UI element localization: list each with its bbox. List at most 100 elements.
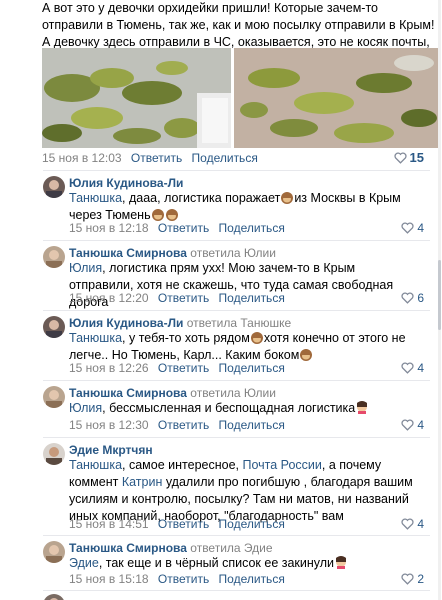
comment-header: Танюшка Смирнова ответила Эдие	[69, 540, 273, 556]
comment-like-count: 4	[417, 221, 424, 235]
divider	[43, 170, 430, 171]
comment-date[interactable]: 15 ноя в 12:26	[69, 361, 149, 375]
comment-share-button[interactable]: Поделиться	[219, 517, 285, 531]
comment-author[interactable]: Танюшка Смирнова	[69, 386, 187, 400]
post-photo-1[interactable]	[42, 48, 231, 148]
avatar[interactable]	[43, 246, 65, 268]
comment-like-count: 4	[417, 517, 424, 531]
post-like-count: 15	[409, 150, 424, 165]
comment-share-button[interactable]: Поделиться	[219, 361, 285, 375]
comment-like-button[interactable]: 4	[401, 220, 424, 236]
post-like-button[interactable]: 15	[393, 150, 424, 166]
post-reply-button[interactable]: Ответить	[131, 151, 182, 165]
comment-text-part: , самое интересное,	[122, 458, 240, 472]
comment-share-button[interactable]: Поделиться	[219, 291, 285, 305]
comment-meta: 15 ноя в 12:30 Ответить Поделиться	[69, 417, 285, 433]
monkey-emoji-icon	[300, 349, 313, 361]
mention-link[interactable]: Катрин	[122, 475, 163, 489]
comment-reply-button[interactable]: Ответить	[158, 418, 209, 432]
comment-meta: 15 ноя в 12:18 Ответить Поделиться	[69, 220, 285, 236]
comment-author[interactable]: Танюшка Смирнова	[69, 541, 187, 555]
avatar[interactable]	[43, 541, 65, 563]
heart-icon	[401, 573, 414, 585]
heart-icon	[401, 222, 414, 234]
comment-share-button[interactable]: Поделиться	[219, 572, 285, 586]
comment-like-button[interactable]: 4	[401, 417, 424, 433]
comment-reply-button[interactable]: Ответить	[158, 361, 209, 375]
comment-like-button[interactable]: 6	[401, 290, 424, 306]
comment-header: Танюшка Смирнова ответила Юлии	[69, 245, 276, 261]
replied-label: ответила	[190, 246, 241, 260]
comment-text-part: , у тебя-то хоть рядом	[122, 331, 250, 345]
post-photo-2[interactable]	[234, 48, 438, 148]
avatar[interactable]	[43, 386, 65, 408]
comment-share-button[interactable]: Поделиться	[219, 418, 285, 432]
comment-reply-button[interactable]: Ответить	[158, 572, 209, 586]
facepalm-emoji-icon	[357, 401, 368, 414]
comment-date[interactable]: 15 ноя в 15:18	[69, 572, 149, 586]
divider	[43, 310, 430, 311]
post-share-button[interactable]: Поделиться	[192, 151, 258, 165]
heart-icon	[401, 419, 414, 431]
post-date[interactable]: 15 ноя в 12:03	[42, 151, 122, 165]
mention-link[interactable]: Эдие	[69, 556, 99, 570]
divider	[43, 535, 430, 536]
comment-reply-button[interactable]: Ответить	[158, 221, 209, 235]
monkey-emoji-icon	[281, 192, 294, 204]
divider	[43, 590, 430, 591]
comment-like-count: 6	[417, 291, 424, 305]
avatar[interactable]	[43, 176, 65, 198]
replied-label: ответила	[190, 386, 241, 400]
comment-text: Танюшка, дааа, логистика поражает из Моск…	[69, 190, 419, 224]
mention-link[interactable]: Почта России	[243, 458, 322, 472]
comment-text-part: , дааа, логистика поражает	[122, 191, 281, 205]
facepalm-emoji-icon	[336, 556, 347, 569]
comment-like-button[interactable]: 4	[401, 360, 424, 376]
mention-link[interactable]: Танюшка	[69, 458, 122, 472]
post-meta: 15 ноя в 12:03 Ответить Поделиться	[42, 150, 258, 166]
comment-meta: 15 ноя в 12:26 Ответить Поделиться	[69, 360, 285, 376]
comment-text: Юлия, бессмысленная и беспощадная логист…	[69, 400, 419, 417]
comment-like-button[interactable]: 2	[401, 571, 424, 587]
comment-header: Танюшка Смирнова ответила Юлии	[69, 385, 276, 401]
comment-reply-button[interactable]: Ответить	[158, 291, 209, 305]
comment-date[interactable]: 15 ноя в 12:18	[69, 221, 149, 235]
comment-author[interactable]: Юлия Кудинова-Ли	[69, 176, 183, 190]
divider	[43, 380, 430, 381]
scrollbar-thumb[interactable]	[438, 260, 441, 330]
avatar[interactable]	[43, 594, 65, 600]
heart-icon	[401, 518, 414, 530]
mention-link[interactable]: Юлия	[69, 401, 102, 415]
divider	[43, 240, 430, 241]
reply-to-link[interactable]: Юлии	[244, 386, 276, 400]
heart-icon	[401, 292, 414, 304]
comment-date[interactable]: 15 ноя в 12:20	[69, 291, 149, 305]
reply-to-link[interactable]: Юлии	[244, 246, 276, 260]
comment-like-button[interactable]: 4	[401, 516, 424, 532]
avatar[interactable]	[43, 316, 65, 338]
divider	[43, 437, 430, 438]
comment-meta: 15 ноя в 12:20 Ответить Поделиться	[69, 290, 285, 306]
comment-reply-button[interactable]: Ответить	[158, 517, 209, 531]
comment-author[interactable]: Эдие Мкртчян	[69, 443, 153, 457]
comment-author[interactable]: Юлия Кудинова-Ли	[69, 316, 183, 330]
comment-author[interactable]: Танюшка Смирнова	[69, 246, 187, 260]
comment-meta: 15 ноя в 14:51 Ответить Поделиться	[69, 516, 285, 532]
comment-like-count: 4	[417, 361, 424, 375]
replied-label: ответила	[186, 316, 238, 330]
comment-date[interactable]: 15 ноя в 14:51	[69, 517, 149, 531]
mention-link[interactable]: Танюшка	[69, 331, 122, 345]
avatar[interactable]	[43, 443, 65, 465]
comment-share-button[interactable]: Поделиться	[219, 221, 285, 235]
post-photos	[42, 48, 438, 148]
comment-date[interactable]: 15 ноя в 12:30	[69, 418, 149, 432]
mention-link[interactable]: Юлия	[69, 261, 102, 275]
mention-link[interactable]: Танюшка	[69, 191, 122, 205]
comment-header: Эдие Мкртчян	[69, 442, 153, 458]
reply-to-link[interactable]: Эдие	[244, 541, 273, 555]
reply-to-link[interactable]: Танюшке	[240, 316, 291, 330]
comment-like-count: 4	[417, 418, 424, 432]
heart-icon	[393, 152, 407, 164]
comment-header: Юлия Кудинова-Ли ответила Танюшке	[69, 315, 291, 331]
comment-header: Юлия Кудинова-Ли	[69, 175, 183, 191]
